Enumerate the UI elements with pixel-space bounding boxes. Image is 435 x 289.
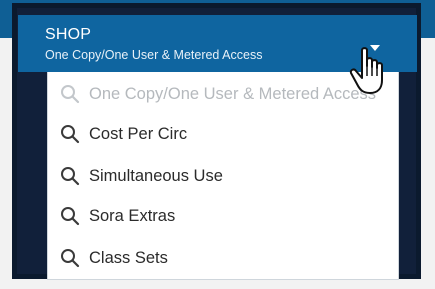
menu-item-sora-extras[interactable]: Sora Extras <box>60 200 390 232</box>
menu-item-one-copy-one-user[interactable]: One Copy/One User & Metered Access <box>60 78 390 110</box>
search-icon <box>61 249 80 268</box>
search-icon <box>61 125 80 144</box>
search-icon <box>61 85 80 104</box>
search-icon <box>61 167 80 186</box>
menu-item-class-sets[interactable]: Class Sets <box>60 242 390 274</box>
menu-item-label: One Copy/One User & Metered Access <box>89 84 377 103</box>
menu-item-label: Simultaneous Use <box>89 166 223 185</box>
menu-item-cost-per-circ[interactable]: Cost Per Circ <box>60 118 390 150</box>
menu-item-label: Sora Extras <box>89 206 176 225</box>
menu-item-label: Class Sets <box>89 248 168 267</box>
menu-item-simultaneous-use[interactable]: Simultaneous Use <box>60 160 390 192</box>
menu-item-label: Cost Per Circ <box>89 124 188 143</box>
shop-dropdown-menu: One Copy/One User & Metered Access Cost … <box>47 72 399 280</box>
search-icon <box>61 207 80 226</box>
hand-pointer-icon <box>349 47 383 94</box>
shop-title: SHOP <box>45 26 92 43</box>
